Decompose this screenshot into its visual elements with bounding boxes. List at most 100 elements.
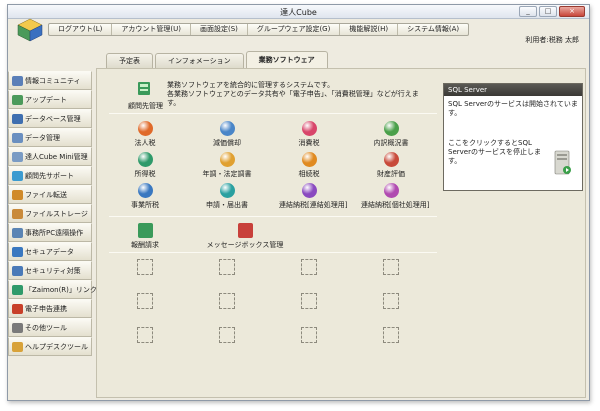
menu-logout[interactable]: ログアウト(L)	[49, 24, 113, 35]
menu-feature-help[interactable]: 機能解説(H)	[340, 24, 399, 35]
sidebar-item-label: ファイルストレージ	[25, 209, 88, 218]
menu-system-info[interactable]: システム情報(A)	[398, 24, 468, 35]
menu-groupware-settings[interactable]: グループウェア設定(G)	[248, 24, 341, 35]
app-launcher[interactable]: 消費税	[279, 121, 339, 148]
sidebar-item-icon	[12, 94, 23, 105]
sql-panel-title: SQL Server	[444, 84, 582, 96]
tool-icon	[237, 223, 253, 238]
window-title: 達人Cube	[280, 8, 317, 17]
empty-slot[interactable]	[383, 293, 399, 309]
tab[interactable]: インフォメーション	[155, 53, 244, 68]
app-label: 年調・法定調書	[202, 170, 252, 178]
app-label: 消費税	[298, 139, 320, 147]
empty-slot[interactable]	[301, 293, 317, 309]
sidebar-item[interactable]: データベース管理	[8, 109, 92, 128]
empty-slot[interactable]	[137, 293, 153, 309]
intro-text-line-1: 業務ソフトウェアを統合的に管理するシステムです。	[167, 81, 335, 89]
app-label: 連結納税[連結処理用]	[279, 201, 348, 209]
divider	[109, 113, 437, 114]
empty-slot[interactable]	[383, 259, 399, 275]
app-label: 財産評価	[377, 170, 405, 178]
sidebar-item[interactable]: データ管理	[8, 128, 92, 147]
empty-slot[interactable]	[383, 327, 399, 343]
sidebar-item-icon	[12, 132, 23, 143]
sidebar-item-label: ファイル転送	[25, 190, 67, 199]
app-launcher[interactable]: 事業所税	[115, 183, 175, 210]
empty-slot[interactable]	[301, 259, 317, 275]
client-management-icon[interactable]	[137, 81, 151, 96]
menu-account[interactable]: アカウント管理(U)	[112, 24, 191, 35]
close-button[interactable]: ×	[559, 6, 585, 17]
empty-slot[interactable]	[137, 259, 153, 275]
app-launcher[interactable]: 法人税	[115, 121, 175, 148]
app-launcher[interactable]: 所得税	[115, 152, 175, 179]
sidebar-item-label: 「Zaimon(R)」リンク	[25, 285, 97, 294]
app-launcher[interactable]: 連結納税[連結処理用]	[279, 183, 348, 210]
app-launcher[interactable]: 減価償却	[197, 121, 257, 148]
tool-launcher[interactable]: 報酬請求	[115, 223, 175, 250]
empty-slot[interactable]	[219, 293, 235, 309]
menu-display-settings[interactable]: 画面設定(S)	[191, 24, 248, 35]
tab[interactable]: 業務ソフトウェア	[245, 51, 328, 68]
sidebar-item-label: ヘルプデスクツール	[25, 342, 88, 351]
app-icon	[383, 183, 399, 198]
maximize-button[interactable]: □	[539, 6, 557, 17]
app-icon	[137, 152, 153, 167]
sql-stop-link[interactable]: ここをクリックするとSQL Serverのサービスを停止します。	[448, 139, 548, 166]
client-management-label[interactable]: 顧問先管理	[128, 101, 163, 111]
tool-launcher[interactable]: メッセージボックス管理	[203, 223, 287, 250]
app-label: 連結納税[個社処理用]	[361, 201, 430, 209]
sidebar-item[interactable]: 「Zaimon(R)」リンク	[8, 280, 97, 299]
sidebar-item[interactable]: ファイル転送	[8, 185, 92, 204]
app-launcher[interactable]: 相続税	[279, 152, 339, 179]
app-launcher[interactable]: 内訳概況書	[361, 121, 421, 148]
title-bar: 達人Cube _ □ ×	[8, 5, 589, 19]
sidebar-item[interactable]: 電子申告連携	[8, 299, 92, 318]
sidebar: 情報コミュニティアップデートデータベース管理データ管理 達人Cube Mini管理…	[8, 71, 97, 356]
empty-slot[interactable]	[219, 327, 235, 343]
app-icon	[301, 152, 317, 167]
empty-slot[interactable]	[137, 327, 153, 343]
sidebar-item-icon	[12, 341, 23, 352]
sidebar-item-label: 事務所PC遠隔操作	[25, 228, 84, 237]
sidebar-item-label: データベース管理	[25, 114, 81, 123]
app-label: 減価償却	[213, 139, 241, 147]
sidebar-item-icon	[12, 265, 23, 276]
divider	[109, 216, 437, 217]
sidebar-item[interactable]: セキュリティ対策	[8, 261, 92, 280]
app-launcher[interactable]: 財産評価	[361, 152, 421, 179]
sidebar-item[interactable]: 顧問先サポート	[8, 166, 92, 185]
sidebar-item-icon	[12, 303, 23, 314]
sidebar-item-icon	[12, 246, 23, 257]
sidebar-item[interactable]: その他ツール	[8, 318, 92, 337]
app-launcher[interactable]: 年調・法定調書	[197, 152, 257, 179]
server-icon[interactable]	[552, 150, 572, 176]
sidebar-item[interactable]: アップデート	[8, 90, 92, 109]
app-icon	[137, 183, 153, 198]
sidebar-item[interactable]: ファイルストレージ	[8, 204, 92, 223]
sidebar-item[interactable]: セキュアデータ	[8, 242, 92, 261]
sidebar-item[interactable]: 事務所PC遠隔操作	[8, 223, 92, 242]
sidebar-item[interactable]: 情報コミュニティ	[8, 71, 92, 90]
empty-slot[interactable]	[219, 259, 235, 275]
app-launcher[interactable]: 申請・届出書	[197, 183, 257, 210]
app-launcher[interactable]: 連結納税[個社処理用]	[361, 183, 430, 210]
tool-label: メッセージボックス管理	[206, 241, 284, 249]
sidebar-item-label: セキュリティ対策	[25, 266, 81, 275]
minimize-button[interactable]: _	[519, 6, 537, 17]
tool-icon	[137, 223, 153, 238]
sidebar-item-icon	[12, 75, 23, 86]
main-panel: 顧問先管理 業務ソフトウェアを統合的に管理するシステムです。 各業務ソフトウェア…	[96, 68, 586, 398]
sidebar-item[interactable]: ヘルプデスクツール	[8, 337, 92, 356]
empty-slot[interactable]	[301, 327, 317, 343]
app-label: 申請・届出書	[206, 201, 248, 209]
sidebar-item-label: 情報コミュニティ	[25, 76, 81, 85]
sidebar-item-icon	[12, 284, 23, 295]
app-icon	[137, 121, 153, 136]
sidebar-item-label: 顧問先サポート	[25, 171, 74, 180]
sidebar-item[interactable]: 達人Cube Mini管理	[8, 147, 92, 166]
app-label: 内訳概況書	[373, 139, 409, 147]
tab[interactable]: 予定表	[106, 53, 153, 68]
sidebar-item-label: その他ツール	[25, 323, 67, 332]
user-label: 利用者:税務 太郎	[525, 36, 579, 44]
